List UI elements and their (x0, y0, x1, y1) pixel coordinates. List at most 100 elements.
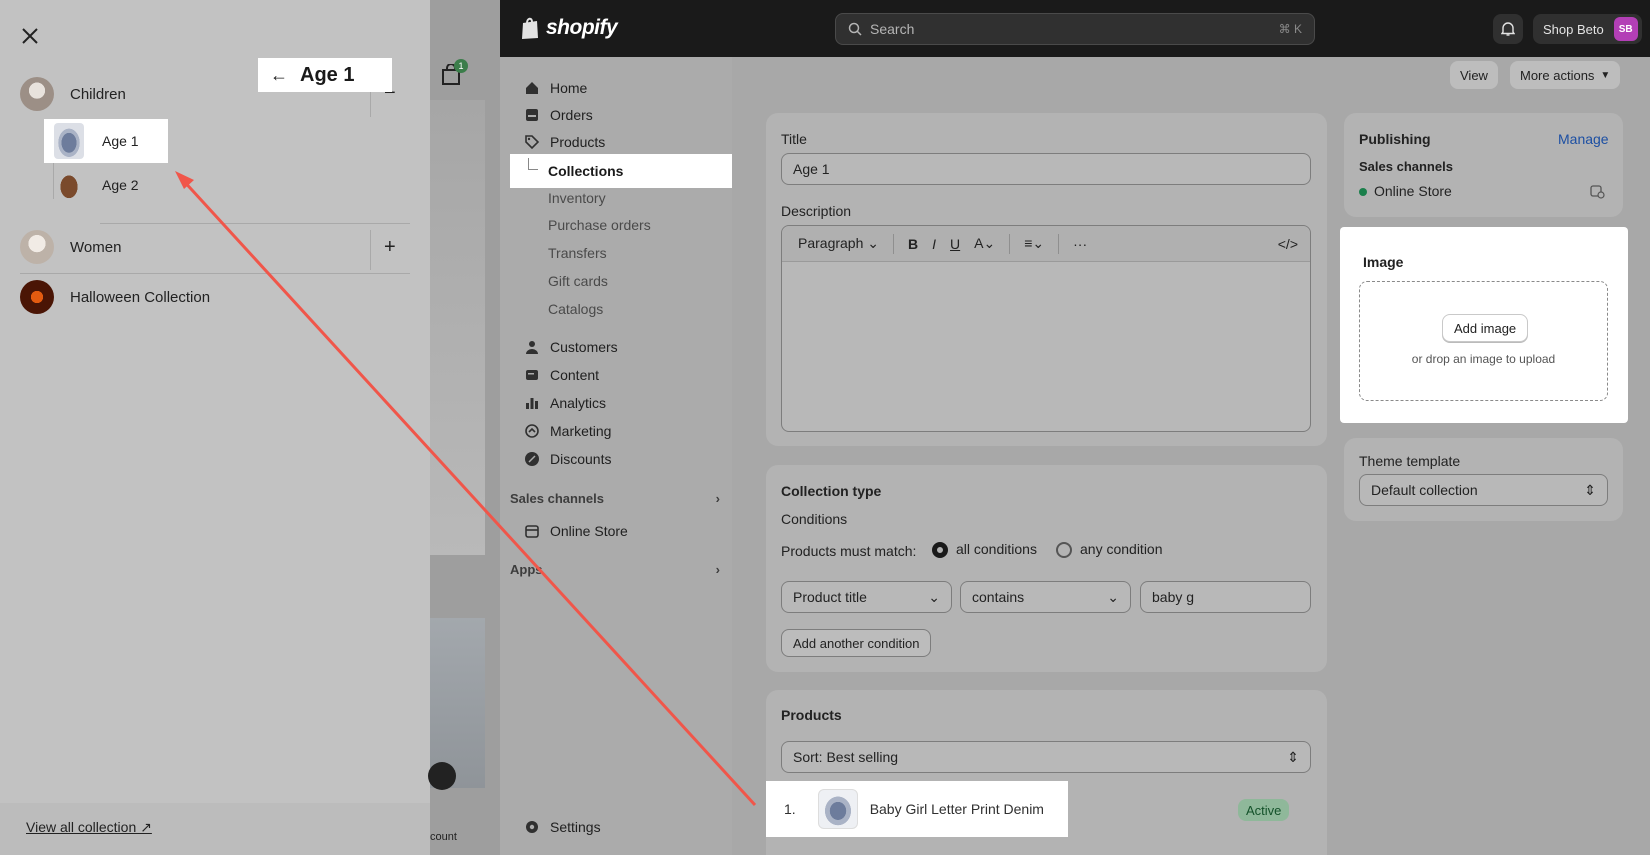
women-category-avatar (20, 230, 54, 264)
add-image-button[interactable]: Add image (1442, 314, 1529, 342)
shop-account-menu[interactable]: Shop Beto SB (1533, 14, 1642, 44)
title-input[interactable]: Age 1 (781, 153, 1311, 185)
chevron-down-icon: ⌄ (1107, 588, 1119, 605)
description-editor[interactable]: Paragraph ⌄ B I U A⌄ ≡⌄ ··· </> (781, 225, 1311, 432)
radio-selected (932, 542, 948, 559)
submenu-item-age-2[interactable]: Age 2 (44, 163, 168, 207)
submenu-label: Age 1 (102, 133, 139, 149)
sidebar-label: Settings (550, 819, 601, 835)
online-store-status-dot (1359, 188, 1367, 196)
select-value: contains (972, 589, 1025, 605)
close-icon[interactable] (18, 24, 42, 48)
theme-template-label: Theme template (1359, 453, 1461, 469)
search-bar[interactable]: Search ⌘ K (835, 13, 1315, 45)
sidebar-label: Analytics (550, 395, 607, 411)
sidebar-item-purchase-orders[interactable]: Purchase orders (510, 212, 732, 238)
theme-template-select[interactable]: Default collection ⇕ (1359, 474, 1608, 506)
notifications-button[interactable] (1493, 14, 1523, 44)
sidebar-item-gift-cards[interactable]: Gift cards (510, 268, 732, 294)
account-label[interactable]: count (430, 831, 457, 843)
menu-category-halloween[interactable]: Halloween Collection (20, 280, 210, 314)
product-row[interactable]: 1. Baby Girl Letter Print Denim (766, 781, 1068, 837)
chevron-right-icon: › (715, 562, 720, 577)
submenu-item-age-1[interactable]: Age 1 (44, 119, 168, 163)
search-shortcut: ⌘ K (1278, 22, 1302, 36)
storefront-menu-drawer: Children − Age 1 Age 2 Women + Halloween… (0, 0, 430, 855)
code-view-icon[interactable]: </> (1278, 236, 1298, 252)
radio-unselected (1056, 542, 1072, 559)
sales-channels-label: Sales channels (1359, 159, 1453, 174)
nav-tree-connector (528, 158, 538, 170)
cart-count-badge: 1 (454, 59, 468, 73)
sidebar-item-home[interactable]: Home (510, 75, 732, 101)
gear-icon (526, 821, 538, 833)
sidebar-label: Purchase orders (548, 217, 651, 233)
sort-select[interactable]: Sort: Best selling ⇕ (781, 741, 1311, 773)
shopify-logo[interactable]: shopify (520, 16, 618, 40)
sidebar-item-products[interactable]: Products (510, 129, 732, 155)
sidebar-item-analytics[interactable]: Analytics (510, 390, 732, 416)
more-formatting-icon[interactable]: ··· (1073, 236, 1087, 252)
person-icon (526, 341, 538, 354)
store-icon (525, 525, 539, 538)
sidebar-item-catalogs[interactable]: Catalogs (510, 296, 732, 322)
sidebar-item-content[interactable]: Content (510, 362, 732, 388)
sidebar-item-settings[interactable]: Settings (510, 814, 732, 840)
condition-field-select[interactable]: Product title ⌄ (781, 581, 952, 613)
sidebar-label: Online Store (550, 523, 628, 539)
expand-icon[interactable]: + (384, 236, 396, 259)
sidebar-item-online-store[interactable]: Online Store (510, 518, 732, 544)
apps-section[interactable]: Apps › (510, 562, 720, 577)
sidebar-item-discounts[interactable]: Discounts (510, 446, 732, 472)
align-icon[interactable]: ≡⌄ (1024, 235, 1044, 252)
sales-channels-section[interactable]: Sales channels › (510, 491, 720, 506)
sidebar-item-inventory[interactable]: Inventory (510, 185, 732, 211)
online-store-channel: Online Store (1374, 183, 1452, 199)
bold-icon[interactable]: B (908, 236, 918, 252)
tag-icon (525, 135, 540, 150)
sidebar-item-collections[interactable]: Collections (510, 154, 732, 188)
any-condition-radio[interactable]: any condition (1056, 541, 1163, 559)
page-title: Age 1 (300, 63, 355, 86)
radio-label: any condition (1080, 541, 1163, 557)
add-another-condition-button[interactable]: Add another condition (781, 629, 932, 657)
more-actions-button[interactable]: More actions ▼ (1510, 61, 1621, 89)
sidebar-item-transfers[interactable]: Transfers (510, 240, 732, 266)
carousel-next-button[interactable] (428, 762, 456, 790)
discount-icon (525, 452, 539, 466)
italic-icon[interactable]: I (932, 236, 936, 252)
age-2-thumbnail (54, 167, 84, 203)
sidebar-item-customers[interactable]: Customers (510, 334, 732, 360)
menu-category-children[interactable]: Children (20, 77, 126, 111)
sidebar-label: Catalogs (548, 301, 604, 317)
content-icon (526, 370, 538, 380)
toolbar-divider (1058, 233, 1060, 254)
sidebar-item-marketing[interactable]: Marketing (510, 418, 732, 444)
children-category-avatar (20, 77, 54, 111)
title-value: Age 1 (793, 161, 830, 177)
description-label: Description (781, 203, 852, 219)
calendar-clock-icon[interactable] (1590, 184, 1605, 199)
sidebar-item-orders[interactable]: Orders (510, 102, 732, 128)
sidebar-label: Discounts (550, 451, 612, 467)
paragraph-format-dropdown[interactable]: Paragraph ⌄ (798, 235, 879, 252)
chevron-down-icon: ⌄ (928, 588, 940, 605)
image-drop-zone[interactable]: Add image or drop an image to upload (1359, 281, 1608, 401)
format-label: Paragraph (798, 235, 864, 251)
divider (20, 273, 410, 274)
button-label: Add image (1454, 320, 1517, 336)
all-conditions-radio[interactable]: all conditions (932, 541, 1037, 559)
title-label: Title (781, 131, 807, 147)
products-heading: Products (781, 707, 842, 723)
menu-category-women[interactable]: Women (20, 230, 121, 264)
condition-operator-select[interactable]: contains ⌄ (960, 581, 1131, 613)
top-bar: shopify Search ⌘ K Shop Beto SB (500, 0, 1650, 57)
must-match-label: Products must match: (781, 543, 917, 559)
underline-icon[interactable]: U (950, 236, 960, 252)
back-arrow-icon[interactable]: ← (270, 65, 288, 86)
view-all-collection-link[interactable]: View all collection ↗ (26, 819, 152, 836)
manage-link[interactable]: Manage (1558, 131, 1609, 147)
view-button[interactable]: View (1450, 61, 1498, 89)
text-color-icon[interactable]: A⌄ (974, 235, 995, 252)
condition-value-input[interactable]: baby g (1140, 581, 1311, 613)
